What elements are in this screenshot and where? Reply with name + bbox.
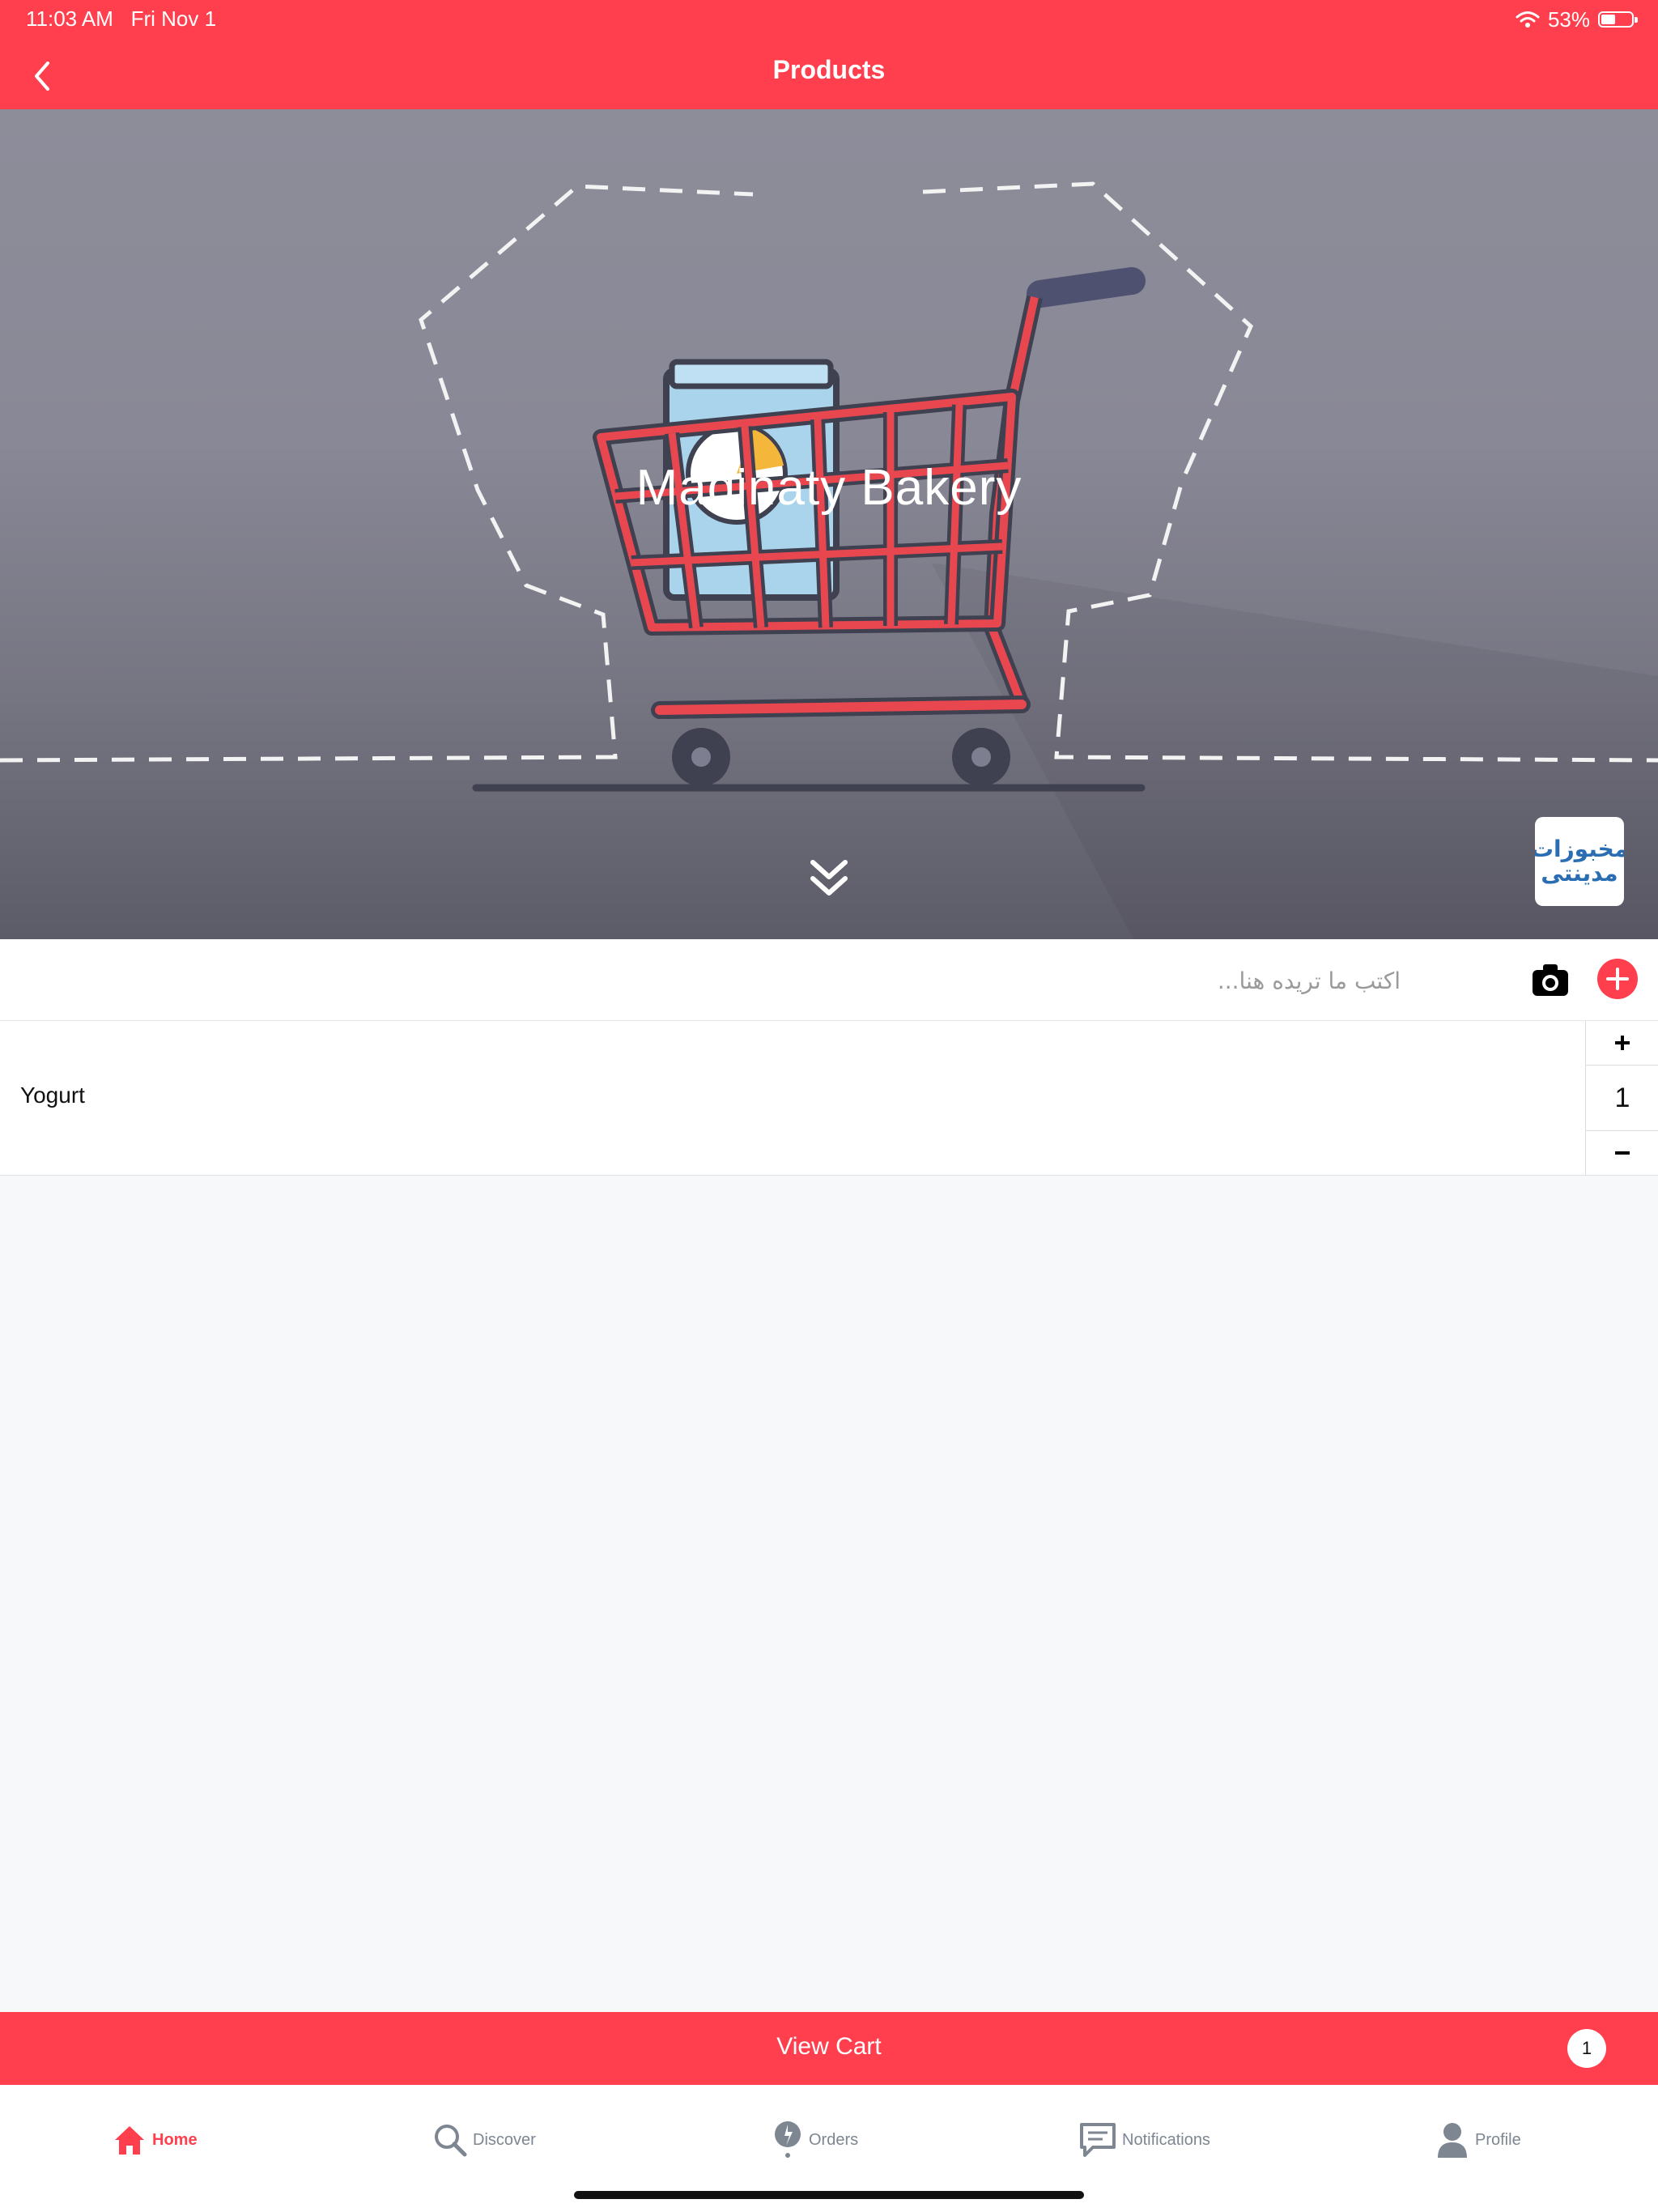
store-logo-line1: مخبوزات — [1535, 836, 1624, 862]
tab-profile[interactable]: Profile — [1435, 2116, 1521, 2164]
home-icon — [115, 2126, 144, 2155]
tab-label: Home — [152, 2130, 198, 2149]
tab-notifications[interactable]: Notifications — [1078, 2116, 1210, 2164]
search-input[interactable] — [23, 954, 1402, 1007]
view-cart-button[interactable]: View Cart 1 — [0, 2012, 1658, 2085]
store-name: Madinaty Bakery — [636, 460, 1022, 516]
camera-button[interactable] — [1530, 960, 1571, 999]
tab-label: Notifications — [1122, 2130, 1210, 2149]
quantity-value: 1 — [1614, 1082, 1630, 1113]
status-clock: 11:03 AM — [26, 6, 113, 31]
tab-label: Discover — [473, 2130, 536, 2149]
orders-icon — [775, 2121, 801, 2158]
search-bar — [0, 939, 1658, 1021]
battery-level-fill — [1601, 15, 1616, 24]
shopping-cart-illustration — [0, 181, 1658, 939]
camera-icon — [1533, 964, 1568, 996]
wifi-icon — [1516, 11, 1540, 28]
home-indicator — [574, 2191, 1084, 2199]
plus-icon — [1606, 968, 1629, 990]
view-cart-label: View Cart — [776, 2033, 882, 2060]
increment-button[interactable] — [1586, 1021, 1658, 1066]
search-icon — [435, 2125, 467, 2157]
store-logo-line2: مدينتى — [1541, 860, 1618, 887]
list-item: Yogurt 1 — [0, 1021, 1658, 1176]
tab-discover[interactable]: Discover — [432, 2116, 536, 2164]
battery-icon — [1598, 11, 1638, 28]
tab-label: Profile — [1475, 2130, 1521, 2149]
tab-home[interactable]: Home — [112, 2116, 198, 2164]
status-indicators: 53% — [1516, 6, 1638, 32]
store-banner: Madinaty Bakery — [0, 109, 1658, 939]
cart-count-badge: 1 — [1567, 2029, 1606, 2068]
tab-label: Orders — [809, 2130, 859, 2149]
store-logo: مخبوزات مدينتى — [1535, 817, 1624, 906]
item-name: Yogurt — [20, 1083, 85, 1108]
chat-icon — [1080, 2123, 1116, 2157]
status-time: 11:03 AM Fri Nov 1 — [26, 6, 216, 32]
person-icon — [1438, 2123, 1467, 2158]
quantity-stepper: 1 — [1585, 1021, 1658, 1175]
battery-percent: 53% — [1547, 6, 1590, 32]
minus-icon — [1615, 1151, 1630, 1155]
decrement-button[interactable] — [1586, 1130, 1658, 1175]
plus-icon — [1615, 1036, 1630, 1050]
page-title: Products — [772, 55, 886, 84]
tab-orders[interactable]: Orders — [772, 2116, 858, 2164]
add-item-button[interactable] — [1597, 959, 1638, 999]
double-chevron-down-icon[interactable] — [805, 854, 853, 903]
status-date: Fri Nov 1 — [130, 6, 217, 31]
